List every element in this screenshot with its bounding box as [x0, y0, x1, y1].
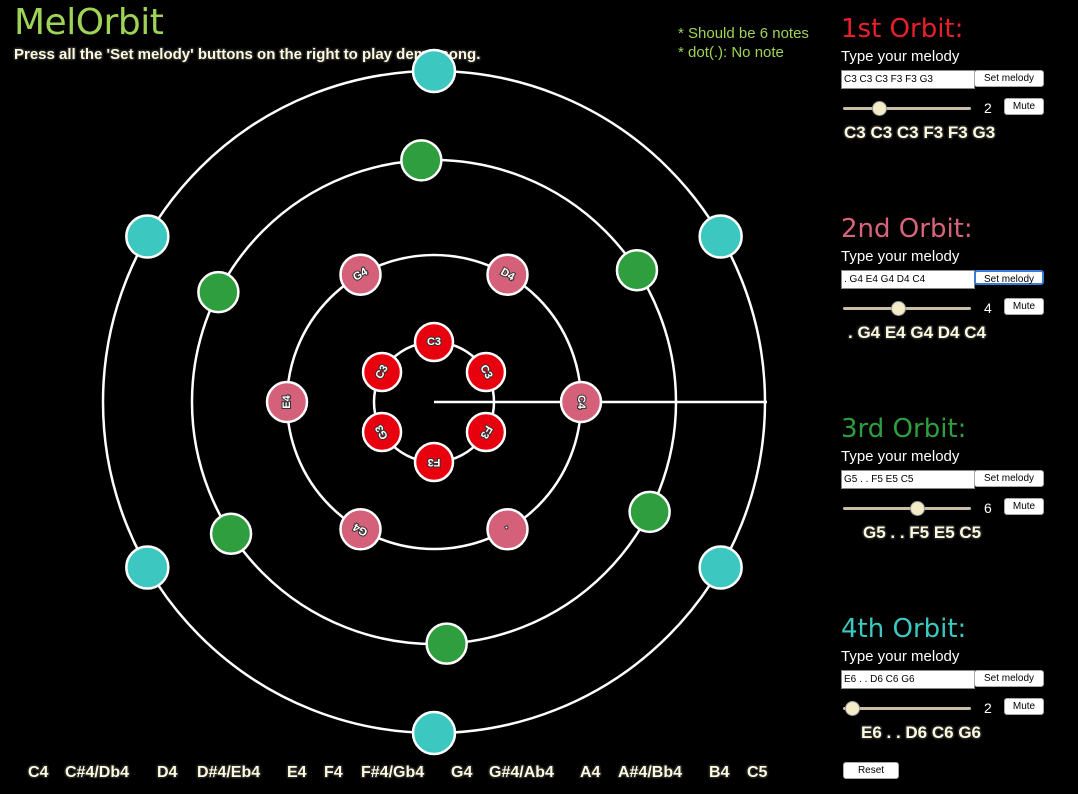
note-scale-label: A4 — [580, 764, 601, 781]
orbit-2-speed-value: 4 — [984, 300, 992, 316]
note-scale-label: C5 — [747, 764, 768, 781]
note-scale-label: C4 — [28, 764, 49, 781]
orbit-3-planet — [209, 512, 253, 556]
orbit-1-speed-slider[interactable]: 2 Mute — [841, 98, 1071, 120]
orbit-panel-4: 4th Orbit: Type your melody Set melody 2… — [841, 614, 1071, 743]
orbit-2-prompt: Type your melody — [841, 248, 960, 265]
orbit-4-speed-slider[interactable]: 2 Mute — [841, 698, 1071, 720]
note-scale-label: C#4/Db4 — [65, 764, 130, 781]
orbit-3-mute-button[interactable]: Mute — [1004, 498, 1044, 515]
note-scale-label: D4 — [157, 764, 178, 781]
orbit-2-set-melody-button[interactable]: Set melody — [974, 270, 1044, 285]
note-scale-label: G4 — [451, 764, 473, 781]
orbit-2-mute-button[interactable]: Mute — [1004, 298, 1044, 315]
note-scale-label: G#4/Ab4 — [489, 764, 554, 781]
orbit-panel-3: 3rd Orbit: Type your melody Set melody 6… — [841, 414, 1071, 543]
orbit-3-melody-display: G5 . . F5 E5 C5 — [863, 523, 982, 542]
orbit-3-planet — [425, 622, 468, 665]
note-scale-label: D#4/Eb4 — [197, 764, 261, 781]
orbit-4-slider-track[interactable] — [843, 707, 971, 710]
orbit-4-planet — [125, 214, 170, 259]
orbit-2-slider-track[interactable] — [843, 307, 971, 310]
note-scale-label: F4 — [324, 764, 343, 781]
orbit-4-melody-display: E6 . . D6 C6 G6 — [861, 723, 981, 742]
orbit-3-planet — [197, 270, 240, 314]
orbit-4-speed-value: 2 — [984, 700, 992, 716]
orbit-4-heading: 4th Orbit: — [841, 614, 967, 644]
orbit-3-planet — [628, 490, 671, 534]
orbit-4-planet — [125, 545, 170, 590]
orbit-1-melody-display: C3 C3 C3 F3 F3 G3 — [844, 123, 996, 142]
orbit-1-melody-input[interactable] — [841, 70, 975, 89]
orbit-3-speed-slider[interactable]: 6 Mute — [841, 498, 1071, 520]
orbit-3-slider-thumb[interactable] — [909, 501, 925, 516]
orbit-1-slider-track[interactable] — [843, 107, 971, 110]
orbit-3-slider-track[interactable] — [843, 507, 971, 510]
orbit-4-melody-input[interactable] — [841, 670, 975, 689]
orbit-1-slider-thumb[interactable] — [871, 101, 887, 116]
orbit-2-speed-slider[interactable]: 4 Mute — [841, 298, 1071, 320]
orbit-1-prompt: Type your melody — [841, 48, 960, 65]
orbit-2-planet-label: E4 — [281, 394, 293, 408]
orbit-3-planet — [400, 139, 443, 182]
orbit-4-slider-thumb[interactable] — [845, 701, 861, 716]
orbit-4-planet — [698, 545, 743, 590]
orbit-1-speed-value: 2 — [984, 100, 992, 116]
orbit-panel-2: 2nd Orbit: Type your melody Set melody 4… — [841, 214, 1071, 343]
orbit-3-planet — [615, 248, 659, 292]
orbit-4-set-melody-button[interactable]: Set melody — [974, 670, 1044, 687]
orbit-1-mute-button[interactable]: Mute — [1004, 98, 1044, 115]
orbit-4-prompt: Type your melody — [841, 648, 960, 665]
note-scale-labels: C4 C#4/Db4 D4 D#4/Eb4 E4 F4 F#4/Gb4 G4 G#4/Ab4 A4… — [0, 764, 800, 786]
orbit-3-set-melody-button[interactable]: Set melody — [974, 470, 1044, 487]
note-scale-label: B4 — [709, 764, 730, 781]
orbit-4-planet — [411, 48, 457, 94]
reset-button[interactable]: Reset — [843, 762, 899, 779]
orbit-2-melody-input[interactable] — [841, 270, 975, 289]
orbit-1-set-melody-button[interactable]: Set melody — [974, 70, 1044, 87]
orbit-2-melody-display: . G4 E4 G4 D4 C4 — [848, 323, 986, 342]
orbit-2-heading: 2nd Orbit: — [841, 214, 973, 244]
orbit-3-prompt: Type your melody — [841, 448, 960, 465]
orbit-3-melody-input[interactable] — [841, 470, 975, 489]
orbit-4-planet — [411, 710, 457, 756]
note-scale-label: F#4/Gb4 — [361, 764, 425, 781]
orbit-1-planet-label: F3 — [428, 456, 441, 468]
orbit-3-speed-value: 6 — [984, 500, 992, 516]
orbit-panel-1: 1st Orbit: Type your melody Set melody 2… — [841, 14, 1071, 143]
note-scale-label: A#4/Bb4 — [618, 764, 683, 781]
orbit-3-heading: 3rd Orbit: — [841, 414, 967, 444]
orbit-2-planet-label: C4 — [575, 395, 587, 410]
orbit-1-heading: 1st Orbit: — [841, 14, 964, 44]
orbit-4-planet — [698, 214, 743, 259]
orbit-1-planet-label: C3 — [427, 336, 441, 348]
orbit-4-mute-button[interactable]: Mute — [1004, 698, 1044, 715]
orbit-2-slider-thumb[interactable] — [891, 301, 907, 316]
orbit-canvas[interactable]: C3C3F3F3G3C3C4D4G4E4G4. — [0, 0, 830, 760]
note-scale-label: E4 — [287, 764, 307, 781]
